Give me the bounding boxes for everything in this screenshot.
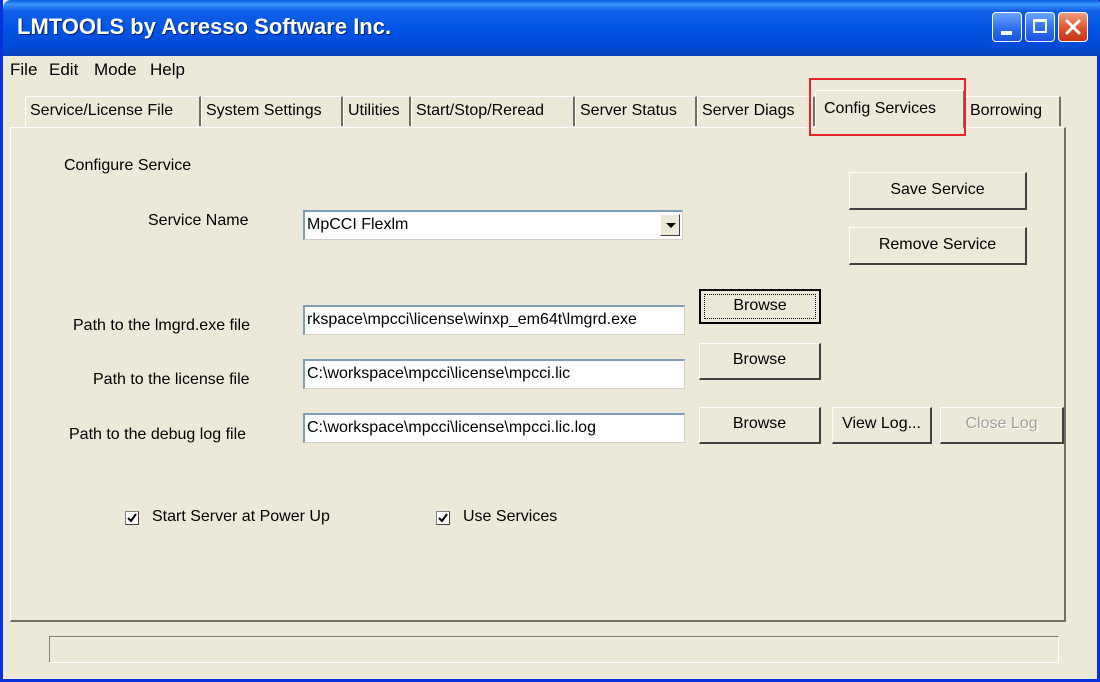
title-bar[interactable]: LMTOOLS by Acresso Software Inc. [3,0,1100,56]
start-at-power-up-checkbox[interactable] [125,511,139,525]
lmgrd-path-label: Path to the lmgrd.exe file [73,317,250,334]
tab-server-status[interactable]: Server Status [575,96,697,126]
browse-debug-log-button[interactable]: Browse [699,407,821,444]
browse-license-button[interactable]: Browse [699,343,821,380]
browse-lmgrd-button[interactable]: Browse [699,289,821,324]
window-title: LMTOOLS by Acresso Software Inc. [17,14,392,39]
menu-file[interactable]: File [10,60,37,80]
debug-log-path-input[interactable]: C:\workspace\mpcci\license\mpcci.lic.log [303,413,685,443]
app-window: LMTOOLS by Acresso Software Inc. File Ed… [0,0,1100,682]
minimize-icon [1001,31,1012,35]
menu-mode[interactable]: Mode [94,60,137,80]
chevron-down-icon[interactable] [660,214,680,236]
save-service-button[interactable]: Save Service [849,172,1027,210]
menu-edit[interactable]: Edit [49,60,78,80]
tab-borrowing[interactable]: Borrowing [965,96,1061,126]
lmgrd-path-input[interactable]: rkspace\mpcci\license\winxp_em64t\lmgrd.… [303,305,685,335]
focus-indicator [704,294,816,319]
license-path-label: Path to the license file [93,371,250,388]
use-services-checkbox[interactable] [436,511,450,525]
minimize-button[interactable] [992,12,1022,42]
service-name-value: MpCCI Flexlm [307,216,409,233]
checkmark-icon [127,513,137,523]
maximize-button[interactable] [1025,12,1055,42]
checkmark-icon [438,513,448,523]
tab-service-license-file[interactable]: Service/License File [25,96,201,126]
close-log-button: Close Log [940,407,1064,444]
tab-system-settings[interactable]: System Settings [201,96,343,126]
tab-highlight-box [809,78,966,136]
maximize-icon [1033,19,1047,33]
use-services-label: Use Services [463,508,558,525]
start-at-power-up-label: Start Server at Power Up [152,508,330,525]
view-log-button[interactable]: View Log... [832,407,932,444]
service-name-label: Service Name [148,212,249,229]
remove-service-button[interactable]: Remove Service [849,227,1027,265]
close-icon [1065,19,1081,35]
debug-log-path-label: Path to the debug log file [69,426,247,443]
config-services-panel: Configure Service Service Name MpCCI Fle… [10,127,1066,622]
close-button[interactable] [1058,12,1088,42]
service-name-combobox[interactable]: MpCCI Flexlm [303,210,683,240]
tab-server-diags[interactable]: Server Diags [697,96,815,126]
tab-start-stop-reread[interactable]: Start/Stop/Reread [411,96,575,126]
status-bar [49,636,1059,663]
tab-utilities[interactable]: Utilities [343,96,411,126]
menu-help[interactable]: Help [150,60,185,80]
license-path-input[interactable]: C:\workspace\mpcci\license\mpcci.lic [303,359,685,389]
section-title: Configure Service [64,157,192,174]
